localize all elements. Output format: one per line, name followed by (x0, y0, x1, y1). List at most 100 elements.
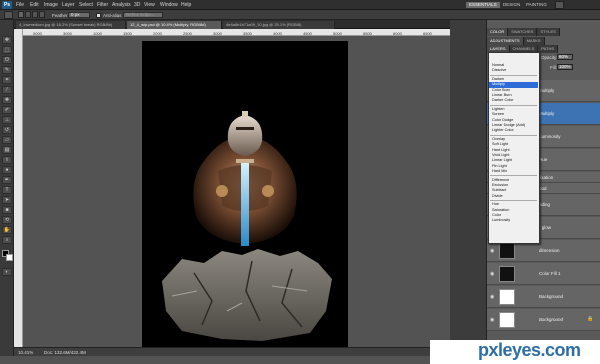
menu-layer[interactable]: Layer (62, 2, 75, 8)
healing-brush-icon[interactable]: ✚ (2, 96, 12, 104)
zoom-tool-icon[interactable]: ⌕ (2, 236, 12, 244)
menu-separator (490, 175, 537, 177)
color-panel-tabs: COLOR SWATCHES STYLES (487, 28, 560, 36)
dodge-tool-icon[interactable]: ● (2, 166, 12, 174)
blur-tool-icon[interactable]: ◊ (2, 156, 12, 164)
menu-analysis[interactable]: Analysis (112, 2, 131, 8)
lock-icon: 🔒 (587, 316, 594, 322)
quick-select-icon[interactable]: ✎ (2, 66, 12, 74)
ruler-tick-label: 5500 (363, 31, 372, 36)
feather-label: Feather: (52, 13, 69, 18)
marquee-tool-icon[interactable]: ⬚ (2, 46, 12, 54)
menu-help[interactable]: Help (181, 2, 191, 8)
options-bar (0, 10, 600, 20)
blend-option-divide[interactable]: Divide (489, 194, 538, 199)
gradient-tool-icon[interactable]: ▤ (2, 146, 12, 154)
menu-window[interactable]: Window (160, 2, 178, 8)
menu-image[interactable]: Image (44, 2, 58, 8)
ruler-tick-label: 1500 (123, 31, 132, 36)
zoom-level[interactable]: 10.41% (18, 350, 33, 355)
new-selection-icon[interactable] (18, 11, 24, 18)
layer-thumbnail (499, 312, 515, 328)
pen-tool-icon[interactable]: ✒ (2, 176, 12, 184)
ruler-tick-label: 0000 (33, 31, 42, 36)
workspace-painting[interactable]: PAINTING (523, 2, 550, 8)
fill-label: Fill: (550, 65, 557, 70)
background-color-swatch[interactable] (6, 254, 13, 261)
blend-option-darker-color[interactable]: Darker Color (489, 98, 538, 103)
menu-separator (490, 134, 537, 136)
doc-tab-3[interactable]: 4e4a6b1b71a09_10.jpg @ 25.1% (RGB/8) (223, 21, 335, 29)
workspace-essentials[interactable]: ESSENTIALS (466, 2, 500, 8)
doc-tab-1[interactable]: 4_lowmedium.jpg @ 16.2% (Sunset tweak) R… (16, 21, 126, 29)
add-selection-icon[interactable] (25, 11, 31, 18)
tab-adjustments[interactable]: ADJUSTMENTS (487, 37, 524, 45)
search-icon[interactable] (555, 1, 564, 9)
layer-name: ading (539, 202, 551, 207)
ruler-tick-label: 4500 (303, 31, 312, 36)
menu-bar: Ps File Edit Image Layer Select Filter A… (0, 0, 600, 10)
layer-name: Background (539, 317, 564, 322)
antialias-label: Anti-alias (103, 13, 122, 18)
eye-icon[interactable]: ◉ (490, 317, 494, 323)
move-tool-icon[interactable]: ✥ (2, 36, 12, 44)
lasso-tool-icon[interactable] (4, 11, 13, 19)
layer-thumbnail (499, 266, 515, 282)
blend-option-luminosity[interactable]: Luminosity (489, 218, 538, 223)
tab-color[interactable]: COLOR (487, 28, 509, 36)
path-select-icon[interactable]: ➤ (2, 196, 12, 204)
ruler-tick-label: 2000 (153, 31, 162, 36)
tab-paths[interactable]: PATHS (538, 45, 559, 53)
blend-option-lighter-color[interactable]: Lighter Color (489, 128, 538, 133)
layer-name: Hue (539, 157, 548, 162)
ruler-tick-label: 3000 (63, 31, 72, 36)
layer-name: ood (539, 186, 547, 191)
shape-tool-icon[interactable]: ■ (2, 206, 12, 214)
fill-input[interactable]: 100% (557, 64, 573, 70)
quick-mask-icon[interactable]: ◐ (2, 268, 12, 276)
clone-stamp-icon[interactable]: ⊥ (2, 116, 12, 124)
eye-icon[interactable]: ◉ (490, 294, 494, 300)
ruler-tick-label: 1000 (93, 31, 102, 36)
opacity-input[interactable]: 60% (557, 54, 573, 60)
doc-size: Doc: 132.6M/432.4M (44, 350, 86, 355)
intersect-selection-icon[interactable] (39, 11, 45, 18)
menu-filter[interactable]: Filter (97, 2, 108, 8)
layer-name: Multiply (539, 111, 555, 116)
tab-styles[interactable]: STYLES (537, 28, 560, 36)
eye-icon[interactable]: ◉ (490, 248, 494, 254)
3d-rotate-icon[interactable]: ⟲ (2, 216, 12, 224)
antialias-checkbox[interactable] (96, 13, 101, 18)
layer-row[interactable]: ◉ Background 🔒 (487, 309, 600, 331)
eyedropper-icon[interactable]: ⁄ (2, 86, 12, 94)
layer-name: multiply (539, 88, 555, 93)
blend-option-dissolve[interactable]: Dissolve (489, 68, 538, 73)
menu-3d[interactable]: 3D (134, 2, 140, 8)
menu-select[interactable]: Select (79, 2, 93, 8)
refine-edge-button[interactable]: Refine Edge... (123, 12, 163, 18)
lasso-icon[interactable]: ʘ (2, 56, 12, 64)
layer-row[interactable]: ◉ Color Fill 1 (487, 263, 600, 285)
menu-edit[interactable]: Edit (30, 2, 39, 8)
menu-view[interactable]: View (144, 2, 155, 8)
workspace-design[interactable]: DESIGN (500, 2, 523, 8)
blend-option-hard-mix[interactable]: Hard Mix (489, 169, 538, 174)
type-tool-icon[interactable]: T (2, 186, 12, 194)
menu-file[interactable]: File (16, 2, 24, 8)
eraser-tool-icon[interactable]: ▱ (2, 136, 12, 144)
tab-swatches[interactable]: SWATCHES (508, 28, 538, 36)
crop-tool-icon[interactable]: ⌗ (2, 76, 12, 84)
document-canvas[interactable] (142, 41, 348, 353)
brush-tool-icon[interactable]: ✐ (2, 106, 12, 114)
layer-name: dimension (539, 248, 560, 253)
eye-icon[interactable]: ◉ (490, 271, 494, 277)
subtract-selection-icon[interactable] (32, 11, 38, 18)
feather-input[interactable]: 0 px (68, 12, 90, 18)
history-brush-icon[interactable]: ↺ (2, 126, 12, 134)
status-bar: 10.41% Doc: 132.6M/432.4M (14, 347, 450, 356)
layer-row[interactable]: ◉ Background (487, 286, 600, 308)
ruler-tick-label: 5000 (333, 31, 342, 36)
tab-masks[interactable]: MASKS (523, 37, 545, 45)
hand-tool-icon[interactable]: ✋ (2, 226, 12, 234)
doc-tab-2[interactable]: 12_4_wip.psd @ 10.4% (Multiply, RGB/8#) (127, 21, 222, 29)
